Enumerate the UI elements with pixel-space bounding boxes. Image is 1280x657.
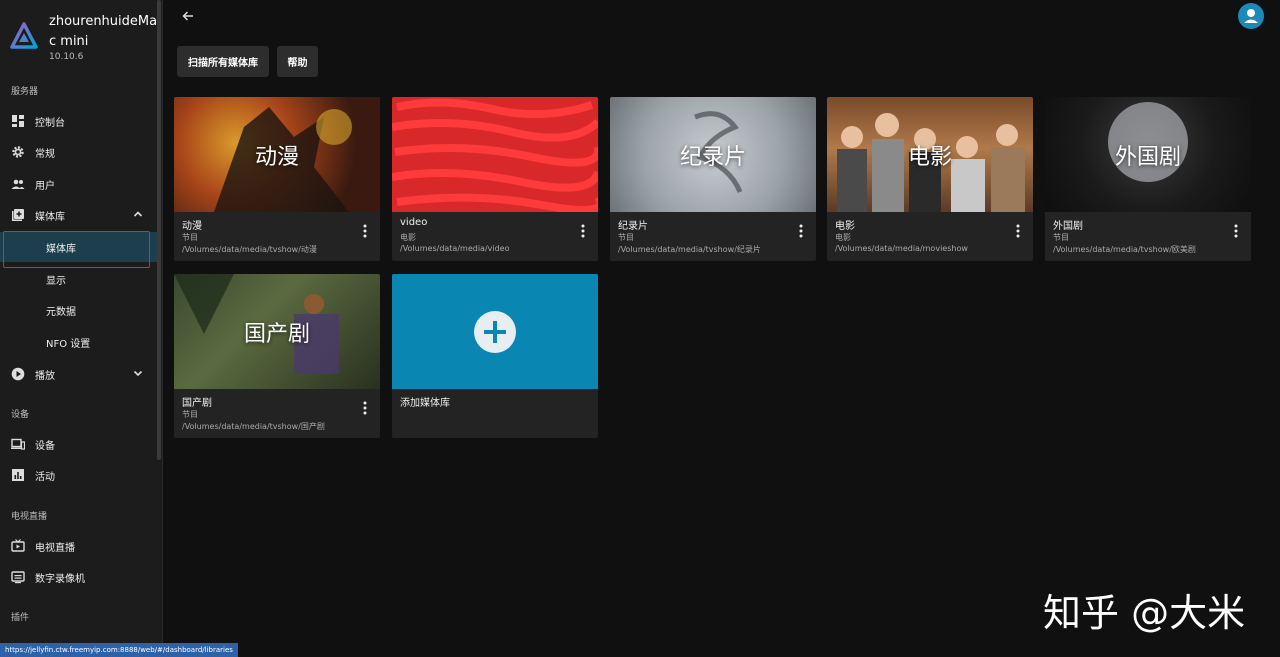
library-card-anime[interactable]: 动漫 动漫 节目 /Volumes/data/media/tvshow/动漫 (174, 97, 380, 261)
sidebar-item-label: 元数据 (46, 306, 76, 318)
sidebar-item-label: 数字录像机 (35, 573, 85, 585)
more-vert-icon[interactable] (1234, 224, 1238, 238)
library-path: /Volumes/data/media/tvshow/纪录片 (618, 245, 761, 254)
add-library-card[interactable]: 添加媒体库 (392, 274, 598, 438)
section-plugins: 插件 (11, 613, 30, 623)
library-thumb-title: 国产剧 (243, 321, 310, 347)
dashboard-icon (12, 115, 24, 127)
library-name: 外国剧 (1053, 221, 1083, 232)
sidebar-item-label: 常规 (35, 148, 55, 160)
library-card-foreign-drama[interactable]: 外国剧 外国剧 节目 /Volumes/data/media/tvshow/欧美… (1045, 97, 1251, 261)
library-card-domestic-drama[interactable]: 国产剧 国产剧 节目 /Volumes/data/media/tvshow/国产… (174, 274, 380, 438)
more-vert-icon[interactable] (799, 224, 803, 238)
jellyfin-logo-icon (10, 22, 38, 49)
play-circle-icon (11, 367, 25, 381)
devices-icon (11, 438, 25, 450)
library-thumbnail[interactable]: 动漫 (174, 97, 380, 212)
library-add-icon (12, 209, 24, 221)
chevron-down-icon[interactable] (133, 368, 143, 378)
library-card-movies[interactable]: 电影 电影 电影 /Volumes/data/media/movieshow (827, 97, 1033, 261)
library-path: /Volumes/data/media/tvshow/国产剧 (182, 422, 325, 431)
user-avatar[interactable] (1238, 3, 1264, 29)
add-library-label: 添加媒体库 (400, 398, 450, 409)
sidebar: zhourenhuideMac mini 10.10.6 服务器 控制台 常规 … (0, 0, 163, 657)
sidebar-item-dashboard[interactable]: 控制台 (0, 106, 157, 136)
back-arrow-icon[interactable] (181, 9, 195, 23)
scan-all-libraries-button[interactable]: 扫描所有媒体库 (177, 46, 269, 77)
user-icon (1244, 9, 1258, 23)
server-version: 10.10.6 (49, 52, 84, 62)
library-thumb-title: 动漫 (254, 144, 299, 170)
help-button[interactable]: 帮助 (277, 46, 318, 77)
section-livetv: 电视直播 (11, 512, 48, 522)
library-thumb-title: 电影 (907, 144, 952, 170)
more-vert-icon[interactable] (581, 224, 585, 238)
library-thumb-title: 纪录片 (679, 144, 746, 170)
sidebar-item-label: 设备 (35, 440, 55, 452)
section-devices: 设备 (11, 410, 30, 420)
library-thumbnail[interactable]: 纪录片 (610, 97, 816, 212)
sidebar-item-label: 用户 (35, 180, 55, 192)
sidebar-item-devices[interactable]: 设备 (0, 429, 157, 459)
sidebar-item-libraries[interactable]: 媒体库 (0, 200, 157, 230)
sidebar-item-users[interactable]: 用户 (0, 169, 157, 199)
watermark: 知乎 @大米 (1043, 591, 1246, 635)
sidebar-item-label: 播放 (35, 370, 55, 382)
library-type: 电影 (400, 233, 416, 242)
library-name: 纪录片 (618, 221, 648, 232)
library-card-video[interactable]: video 电影 /Volumes/data/media/video (392, 97, 598, 261)
more-vert-icon[interactable] (363, 401, 367, 415)
server-brand[interactable]: zhourenhuideMac mini 10.10.6 (10, 10, 160, 70)
library-type: 节目 (182, 233, 198, 242)
sidebar-item-metadata[interactable]: 元数据 (0, 295, 157, 325)
live-tv-icon (11, 539, 25, 552)
sidebar-item-general[interactable]: 常规 (0, 137, 157, 167)
add-library-thumb[interactable] (392, 274, 598, 389)
library-thumbnail-redacted[interactable] (392, 97, 598, 212)
library-thumbnail[interactable]: 外国剧 (1045, 97, 1251, 212)
chevron-up-icon[interactable] (133, 209, 143, 219)
library-name: video (400, 217, 428, 228)
library-path: /Volumes/data/media/tvshow/欧美剧 (1053, 245, 1196, 254)
library-type: 节目 (1053, 233, 1069, 242)
sidebar-item-livetv[interactable]: 电视直播 (0, 531, 157, 561)
library-thumbnail[interactable]: 电影 (827, 97, 1033, 212)
library-name: 动漫 (182, 221, 202, 232)
redaction-scribble-icon (392, 98, 598, 212)
sidebar-item-display[interactable]: 显示 (0, 264, 157, 294)
gear-icon (12, 146, 24, 158)
sidebar-item-dvr[interactable]: 数字录像机 (0, 562, 157, 592)
more-vert-icon[interactable] (1016, 224, 1020, 238)
activity-chart-icon (12, 469, 24, 481)
users-icon (11, 179, 25, 189)
sidebar-item-label: 显示 (46, 275, 66, 287)
library-path: /Volumes/data/media/video (400, 244, 510, 253)
sidebar-item-label: 控制台 (35, 117, 65, 129)
section-server: 服务器 (11, 87, 39, 97)
library-type: 节目 (182, 410, 198, 419)
library-name: 国产剧 (182, 398, 212, 409)
library-type: 节目 (618, 233, 634, 242)
status-url-bar: https://jellyfin.ctw.freemyip.com:8888/w… (0, 643, 238, 657)
plus-circle-icon (474, 310, 516, 353)
more-vert-icon[interactable] (363, 224, 367, 238)
dvr-icon (11, 571, 25, 584)
sidebar-item-activity[interactable]: 活动 (0, 460, 157, 490)
sidebar-item-label: NFO 设置 (46, 338, 91, 350)
library-thumb-title: 外国剧 (1114, 144, 1181, 170)
library-thumbnail[interactable]: 国产剧 (174, 274, 380, 389)
server-name: zhourenhuideMac mini (49, 14, 158, 49)
library-path: /Volumes/data/media/movieshow (835, 244, 968, 253)
sidebar-item-label: 活动 (35, 471, 55, 483)
library-card-documentary[interactable]: 纪录片 纪录片 节目 /Volumes/data/media/tvshow/纪录… (610, 97, 816, 261)
sidebar-item-nfo[interactable]: NFO 设置 (0, 327, 157, 357)
library-path: /Volumes/data/media/tvshow/动漫 (182, 245, 317, 254)
sidebar-item-label: 电视直播 (35, 542, 75, 554)
library-name: 电影 (835, 221, 855, 232)
sidebar-item-label: 媒体库 (35, 211, 65, 223)
highlight-annotation-box (3, 231, 150, 268)
library-type: 电影 (835, 233, 851, 242)
sidebar-item-playback[interactable]: 播放 (0, 359, 157, 389)
